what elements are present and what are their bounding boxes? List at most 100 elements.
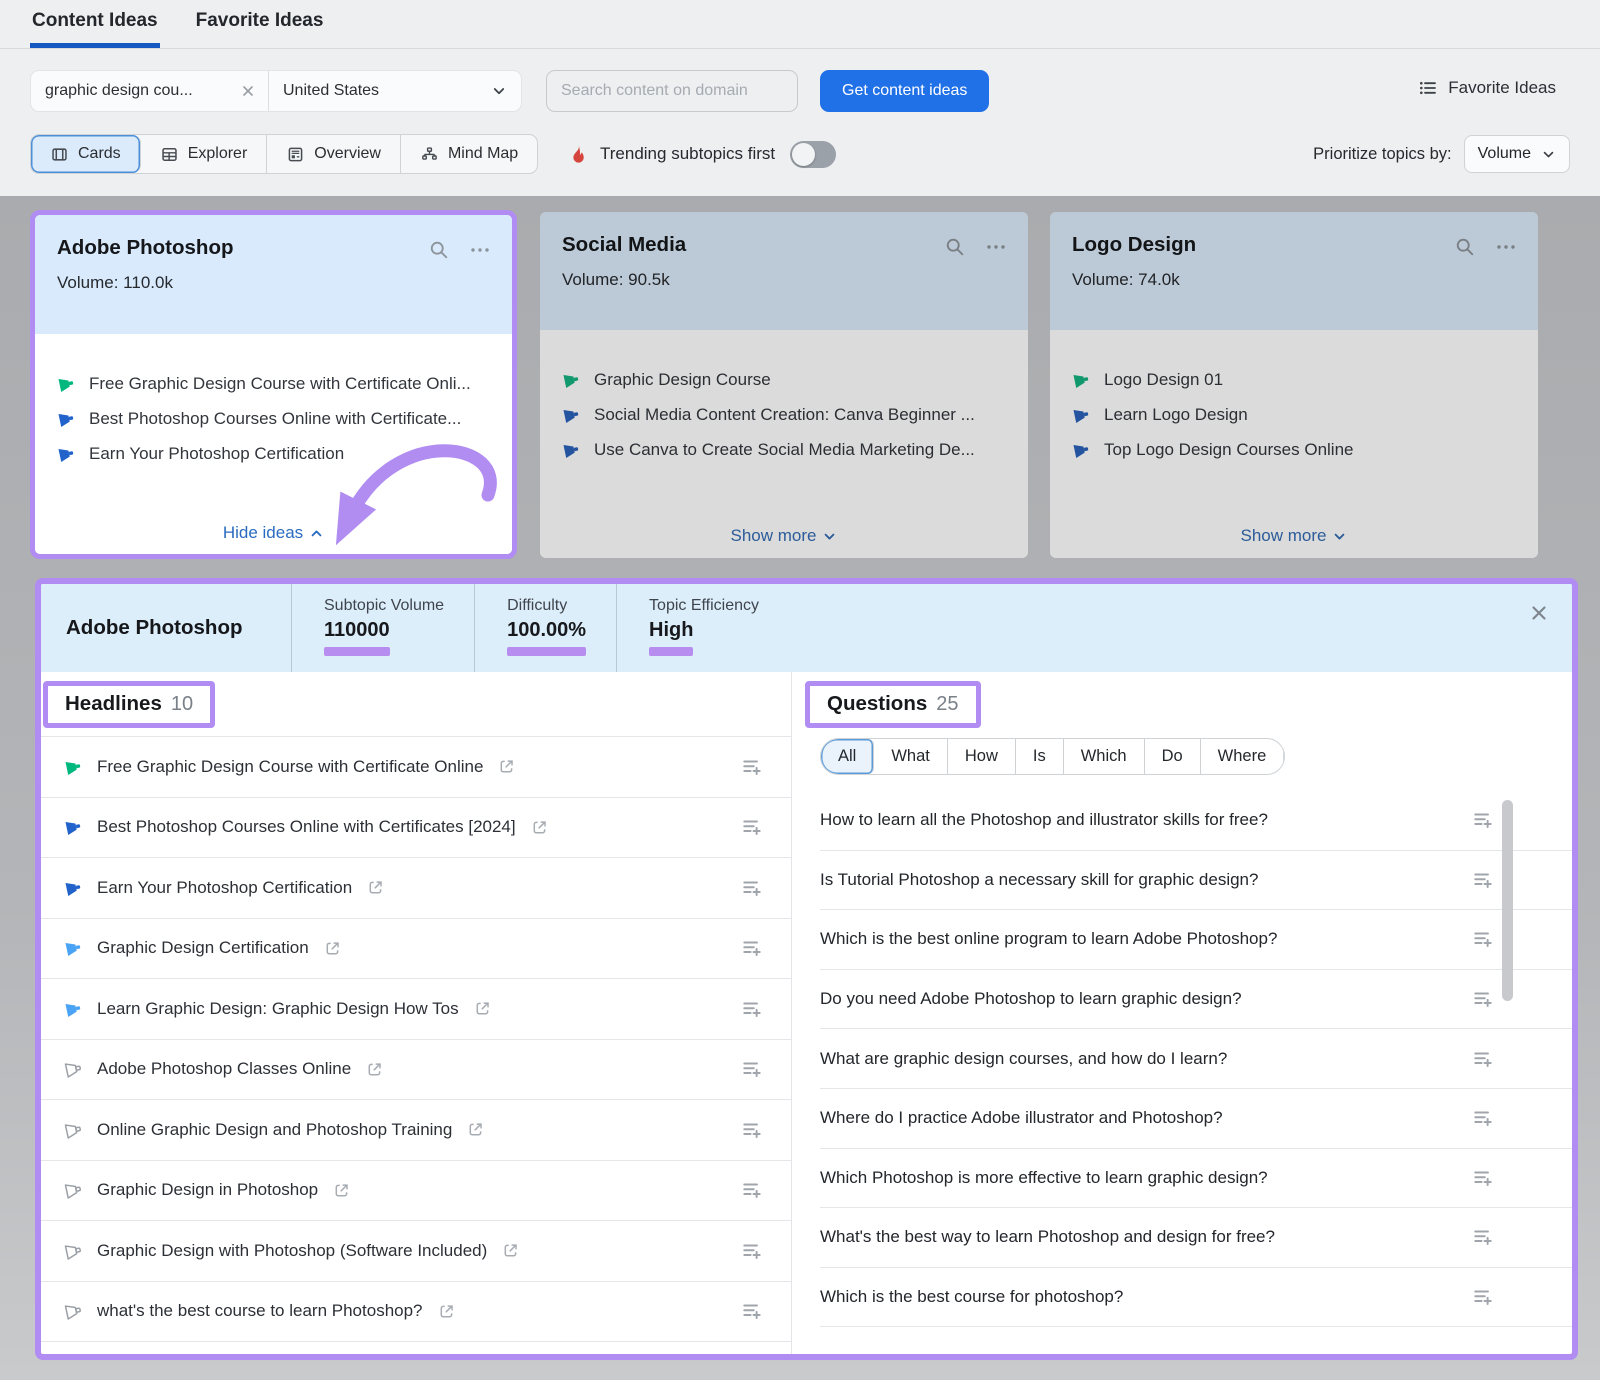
- megaphone-icon: [64, 757, 84, 777]
- questions-count: 25: [936, 693, 958, 716]
- headline-link[interactable]: Best Photoshop Courses Online with Certi…: [97, 817, 516, 837]
- country-select[interactable]: United States: [269, 71, 521, 111]
- question-filter-pill[interactable]: Which: [1064, 739, 1145, 774]
- add-to-list-icon[interactable]: [1472, 1048, 1494, 1070]
- headlines-header: Headlines 10: [41, 672, 791, 736]
- add-to-list-icon[interactable]: [741, 1300, 763, 1322]
- search-icon[interactable]: [1454, 236, 1476, 258]
- tab-content-ideas[interactable]: Content Ideas: [30, 0, 160, 48]
- show-more-link[interactable]: Show more: [1050, 526, 1538, 546]
- add-to-list-icon[interactable]: [741, 998, 763, 1020]
- megaphone-icon: [562, 405, 582, 425]
- megaphone-icon: [1072, 405, 1092, 425]
- highlight-underline: [649, 647, 693, 656]
- headline-row: Learn Graphic Design: Graphic Design How…: [41, 979, 791, 1040]
- search-icon[interactable]: [428, 239, 450, 261]
- headline-link[interactable]: Learn Graphic Design: Graphic Design How…: [97, 999, 459, 1019]
- idea-item[interactable]: Earn Your Photoshop Certification: [57, 444, 494, 464]
- clear-keyword-icon[interactable]: [240, 83, 256, 99]
- external-link-icon[interactable]: [324, 940, 341, 957]
- get-content-ideas-button[interactable]: Get content ideas: [820, 70, 989, 112]
- add-to-list-icon[interactable]: [741, 877, 763, 899]
- highlight-underline: [324, 647, 390, 656]
- questions-title: Questions: [827, 692, 927, 716]
- show-more-link[interactable]: Show more: [540, 526, 1028, 546]
- view-mindmap-button[interactable]: Mind Map: [401, 135, 537, 173]
- add-to-list-icon[interactable]: [741, 756, 763, 778]
- headline-link[interactable]: Graphic Design Certification: [97, 938, 309, 958]
- idea-item[interactable]: Learn Logo Design: [1072, 405, 1520, 425]
- favorite-ideas-link[interactable]: Favorite Ideas: [1418, 78, 1556, 98]
- headline-link[interactable]: Free Graphic Design Course with Certific…: [97, 757, 483, 777]
- add-to-list-icon[interactable]: [1472, 1167, 1494, 1189]
- add-to-list-icon[interactable]: [1472, 869, 1494, 891]
- close-icon[interactable]: [1528, 602, 1550, 624]
- idea-item[interactable]: Use Canva to Create Social Media Marketi…: [562, 440, 1010, 460]
- add-to-list-icon[interactable]: [741, 816, 763, 838]
- external-link-icon[interactable]: [438, 1303, 455, 1320]
- more-menu-icon[interactable]: [1494, 236, 1518, 258]
- headline-link[interactable]: Earn Your Photoshop Certification: [97, 878, 352, 898]
- idea-item[interactable]: Free Graphic Design Course with Certific…: [57, 374, 494, 394]
- question-filter-pill[interactable]: Where: [1201, 739, 1285, 774]
- question-filter-pill[interactable]: How: [948, 739, 1016, 774]
- add-to-list-icon[interactable]: [741, 1179, 763, 1201]
- question-filter-pill[interactable]: All: [821, 739, 874, 774]
- idea-item[interactable]: Social Media Content Creation: Canva Beg…: [562, 405, 1010, 425]
- idea-item[interactable]: Best Photoshop Courses Online with Certi…: [57, 409, 494, 429]
- megaphone-icon: [64, 1180, 84, 1200]
- headline-row: Graphic Design with Photoshop (Software …: [41, 1221, 791, 1282]
- prioritize-control: Prioritize topics by: Volume: [1313, 134, 1570, 174]
- question-filter-pill[interactable]: Do: [1145, 739, 1201, 774]
- add-to-list-icon[interactable]: [741, 937, 763, 959]
- hide-ideas-link[interactable]: Hide ideas: [35, 523, 512, 543]
- megaphone-icon: [64, 1120, 84, 1140]
- external-link-icon[interactable]: [367, 879, 384, 896]
- view-explorer-button[interactable]: Explorer: [141, 135, 268, 173]
- external-link-icon[interactable]: [531, 819, 548, 836]
- megaphone-icon: [562, 440, 582, 460]
- add-to-list-icon[interactable]: [1472, 928, 1494, 950]
- more-menu-icon[interactable]: [468, 239, 492, 261]
- headline-link[interactable]: Graphic Design with Photoshop (Software …: [97, 1241, 487, 1261]
- card-title: Social Media: [562, 233, 1006, 257]
- keyword-input[interactable]: graphic design cou...: [31, 71, 269, 111]
- search-icon[interactable]: [944, 236, 966, 258]
- add-to-list-icon[interactable]: [741, 1119, 763, 1141]
- idea-item[interactable]: Top Logo Design Courses Online: [1072, 440, 1520, 460]
- view-cards-button[interactable]: Cards: [31, 135, 141, 173]
- add-to-list-icon[interactable]: [1472, 1286, 1494, 1308]
- prioritize-select[interactable]: Volume: [1464, 135, 1570, 173]
- external-link-icon[interactable]: [502, 1242, 519, 1259]
- add-to-list-icon[interactable]: [1472, 1107, 1494, 1129]
- more-menu-icon[interactable]: [984, 236, 1008, 258]
- headline-link[interactable]: Graphic Design in Photoshop: [97, 1180, 318, 1200]
- scrollbar[interactable]: [1502, 800, 1513, 1001]
- external-link-icon[interactable]: [366, 1061, 383, 1078]
- mind-map-icon: [420, 145, 439, 164]
- add-to-list-icon[interactable]: [1472, 809, 1494, 831]
- external-link-icon[interactable]: [467, 1121, 484, 1138]
- panel-header: Adobe Photoshop Subtopic Volume 110000 D…: [41, 584, 1572, 672]
- external-link-icon[interactable]: [333, 1182, 350, 1199]
- headline-link[interactable]: Online Graphic Design and Photoshop Trai…: [97, 1120, 452, 1140]
- external-link-icon[interactable]: [474, 1000, 491, 1017]
- tab-favorite-ideas[interactable]: Favorite Ideas: [194, 0, 326, 48]
- megaphone-icon: [64, 1301, 84, 1321]
- idea-item[interactable]: Graphic Design Course: [562, 370, 1010, 390]
- domain-search-input[interactable]: [546, 70, 798, 112]
- idea-item[interactable]: Logo Design 01: [1072, 370, 1520, 390]
- headline-link[interactable]: Adobe Photoshop Classes Online: [97, 1059, 351, 1079]
- headline-link[interactable]: what's the best course to learn Photosho…: [97, 1301, 423, 1321]
- questions-column: Questions 25 All What How Is Which Do: [792, 672, 1572, 1354]
- view-overview-button[interactable]: Overview: [267, 135, 401, 173]
- question-text: Do you need Adobe Photoshop to learn gra…: [820, 989, 1472, 1009]
- question-filter-pill[interactable]: Is: [1016, 739, 1064, 774]
- add-to-list-icon[interactable]: [1472, 988, 1494, 1010]
- add-to-list-icon[interactable]: [741, 1058, 763, 1080]
- add-to-list-icon[interactable]: [741, 1240, 763, 1262]
- external-link-icon[interactable]: [498, 758, 515, 775]
- add-to-list-icon[interactable]: [1472, 1226, 1494, 1248]
- trending-toggle[interactable]: [790, 141, 836, 168]
- question-filter-pill[interactable]: What: [874, 739, 948, 774]
